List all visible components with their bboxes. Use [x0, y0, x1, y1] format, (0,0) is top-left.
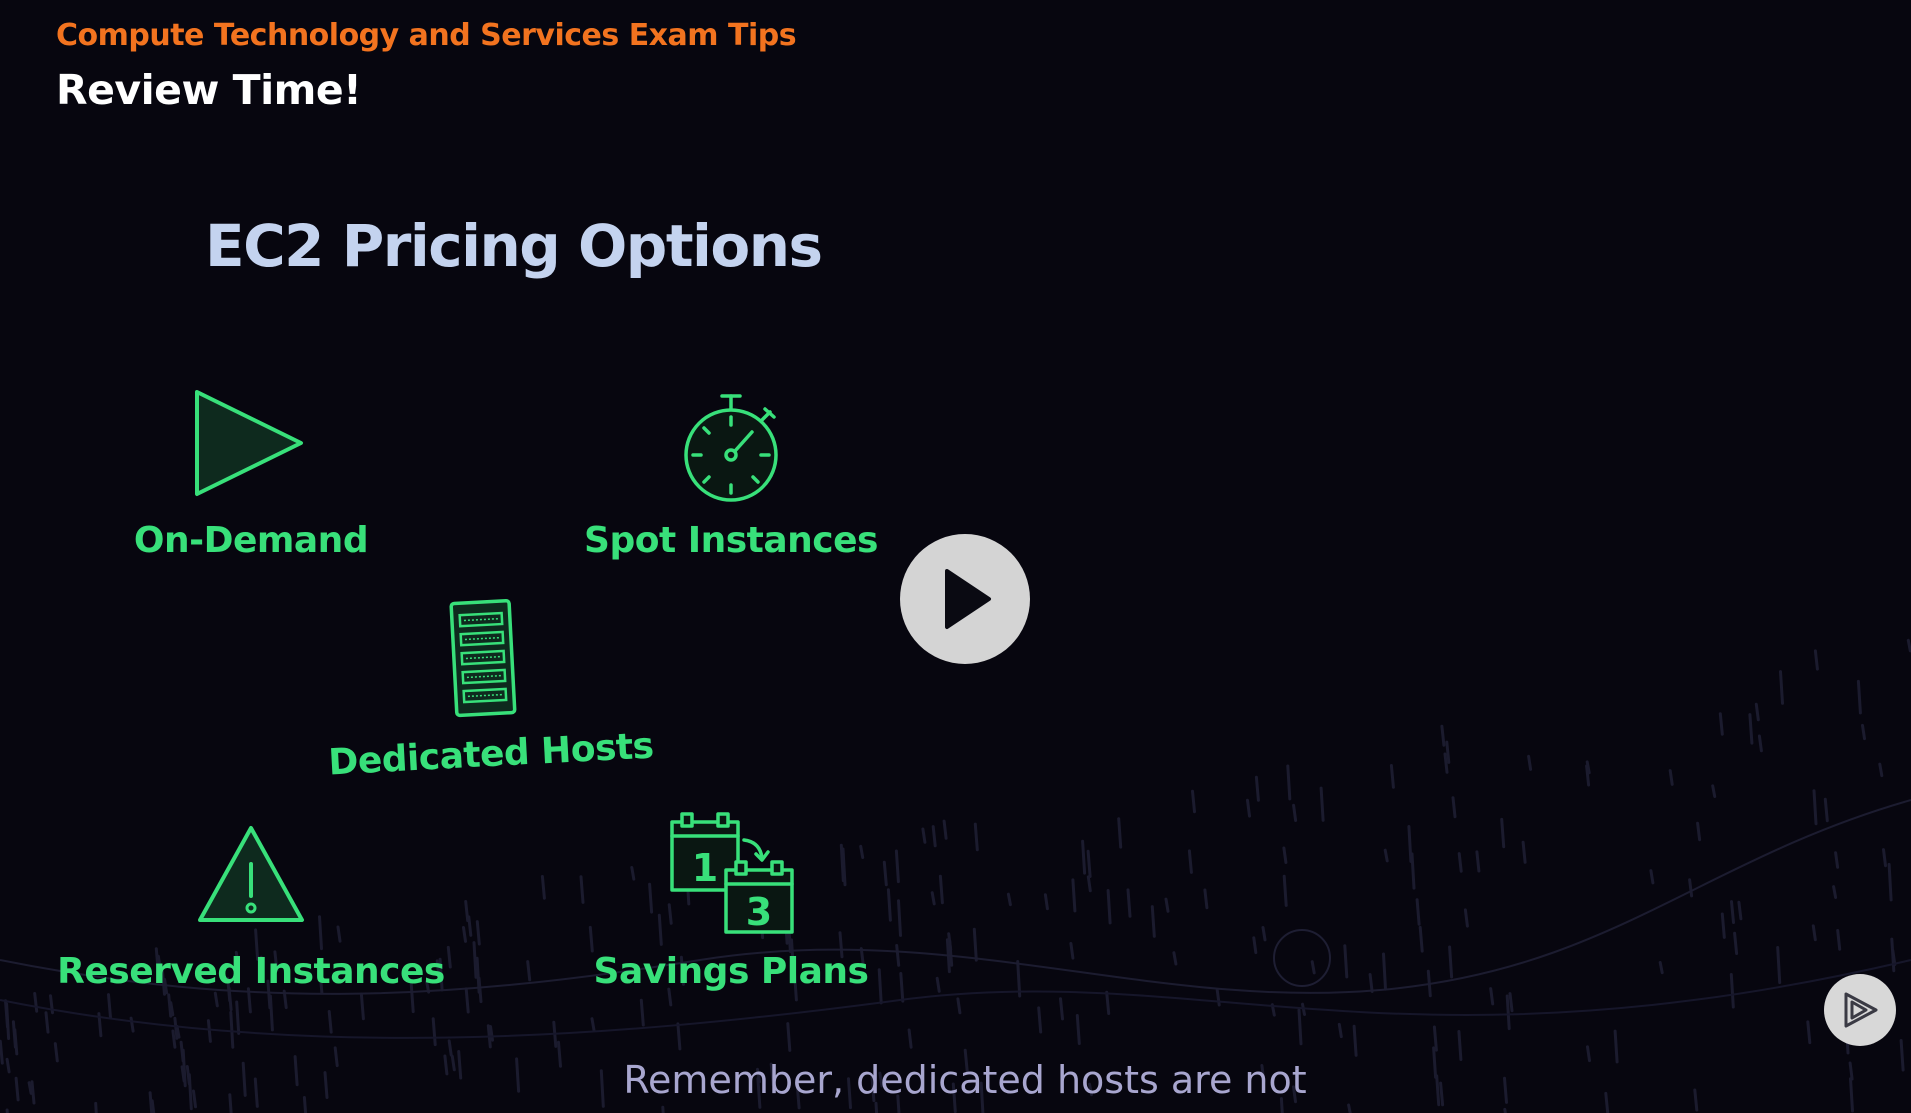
course-title: Compute Technology and Services Exam Tip…: [56, 18, 797, 53]
caption-text: Remember, dedicated hosts are not: [623, 1058, 1307, 1102]
play-button[interactable]: [900, 534, 1030, 664]
option-label-reserved-instances: Reserved Instances: [57, 951, 445, 992]
option-label-on-demand: On-Demand: [133, 520, 369, 561]
stopwatch-icon: [684, 394, 778, 502]
calendar-number-3: 3: [746, 890, 772, 934]
module-title: Review Time!: [56, 66, 362, 114]
slide-heading: EC2 Pricing Options: [205, 212, 823, 280]
option-label-spot-instances: Spot Instances: [584, 520, 878, 561]
warning-triangle-icon: [198, 826, 304, 922]
calendar-number-1: 1: [692, 846, 718, 890]
video-player[interactable]: Compute Technology and Services Exam Tip…: [0, 0, 1911, 1113]
calendar-1-to-3-icon: 1 3: [670, 812, 794, 934]
pluralsight-logo-icon: [1844, 992, 1878, 1028]
pluralsight-logo-button[interactable]: [1824, 974, 1896, 1046]
server-rack-icon: [449, 599, 517, 718]
play-icon: [945, 569, 991, 629]
play-triangle-icon: [195, 390, 303, 496]
option-label-savings-plans: Savings Plans: [593, 951, 869, 992]
